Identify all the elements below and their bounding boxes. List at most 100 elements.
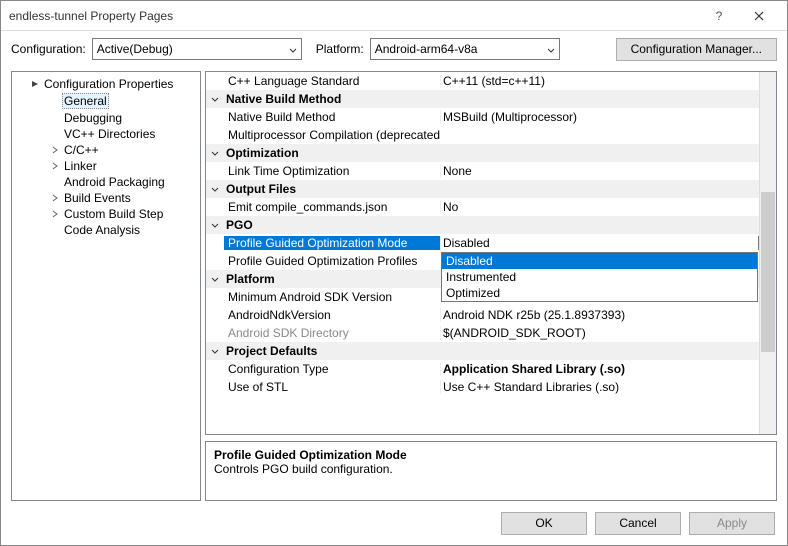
expand-spacer xyxy=(50,96,60,106)
grid-scrollbar[interactable] xyxy=(759,72,776,434)
tree-item-label: Build Events xyxy=(64,191,131,205)
tree-item[interactable]: VC++ Directories xyxy=(12,126,200,142)
main-area: Configuration Properties General Debuggin… xyxy=(1,67,787,501)
expand-spacer xyxy=(50,129,60,139)
dropdown-option[interactable]: Disabled xyxy=(442,253,757,269)
grid-row[interactable]: Native Build MethodMSBuild (Multiprocess… xyxy=(206,108,776,126)
property-value[interactable]: None xyxy=(440,164,776,178)
collapse-icon[interactable] xyxy=(206,277,224,282)
expand-icon[interactable] xyxy=(50,145,60,155)
property-grid: C++ Language StandardC++11 (std=c++11) Na… xyxy=(205,71,777,435)
tree-item-label: Debugging xyxy=(64,111,122,125)
grid-row[interactable]: C++ Language StandardC++11 (std=c++11) xyxy=(206,72,776,90)
property-name: Native Build Method xyxy=(224,110,440,124)
titlebar: endless-tunnel Property Pages ? xyxy=(1,1,787,31)
property-name: Use of STL xyxy=(224,380,440,394)
tree-item[interactable]: Custom Build Step xyxy=(12,206,200,222)
tree-item-label: Linker xyxy=(64,159,97,173)
apply-button[interactable]: Apply xyxy=(689,512,775,535)
property-value[interactable]: No xyxy=(440,200,776,214)
tree-item-label: Custom Build Step xyxy=(64,207,163,221)
expand-spacer xyxy=(50,177,60,187)
cancel-button[interactable]: Cancel xyxy=(595,512,681,535)
grid-group-header[interactable]: Optimization xyxy=(206,144,776,162)
property-name: Minimum Android SDK Version xyxy=(224,290,440,304)
platform-label: Platform: xyxy=(316,42,364,56)
property-value[interactable]: C++11 (std=c++11) xyxy=(440,74,776,88)
tree-item[interactable]: Build Events xyxy=(12,190,200,206)
dropdown-option[interactable]: Optimized xyxy=(442,285,757,301)
close-button[interactable] xyxy=(739,1,779,31)
tree-item[interactable]: Android Packaging xyxy=(12,174,200,190)
expand-icon[interactable] xyxy=(50,193,60,203)
tree-item-label: VC++ Directories xyxy=(64,127,155,141)
grid-group-header[interactable]: Project Defaults xyxy=(206,342,776,360)
configuration-combo[interactable]: Active(Debug) xyxy=(92,38,302,60)
property-value[interactable]: Disabled xyxy=(440,236,776,250)
property-name: Project Defaults xyxy=(224,344,776,358)
chevron-down-icon xyxy=(547,42,555,56)
grid-row[interactable]: Profile Guided Optimization ModeDisabled xyxy=(206,234,776,252)
tree-item[interactable]: Code Analysis xyxy=(12,222,200,238)
ok-button[interactable]: OK xyxy=(501,512,587,535)
grid-row[interactable]: Use of STLUse C++ Standard Libraries (.s… xyxy=(206,378,776,396)
grid-row[interactable]: Android SDK Directory$(ANDROID_SDK_ROOT) xyxy=(206,324,776,342)
tree-item[interactable]: Linker xyxy=(12,158,200,174)
property-name: Link Time Optimization xyxy=(224,164,440,178)
chevron-down-icon xyxy=(289,42,297,56)
expand-icon[interactable] xyxy=(50,161,60,171)
category-tree[interactable]: Configuration Properties General Debuggin… xyxy=(11,71,201,501)
grid-group-header[interactable]: Output Files xyxy=(206,180,776,198)
tree-item[interactable]: Debugging xyxy=(12,110,200,126)
property-name: AndroidNdkVersion xyxy=(224,308,440,322)
pgo-mode-dropdown[interactable]: DisabledInstrumentedOptimized xyxy=(441,252,758,302)
collapse-icon[interactable] xyxy=(30,79,40,89)
property-value[interactable]: Android NDK r25b (25.1.8937393) xyxy=(440,308,776,322)
configuration-bar: Configuration: Active(Debug) Platform: A… xyxy=(1,31,787,67)
grid-group-header[interactable]: Native Build Method xyxy=(206,90,776,108)
platform-value: Android-arm64-v8a xyxy=(375,42,478,56)
property-value[interactable]: MSBuild (Multiprocessor) xyxy=(440,110,776,124)
property-name: Emit compile_commands.json xyxy=(224,200,440,214)
grid-row[interactable]: Configuration TypeApplication Shared Lib… xyxy=(206,360,776,378)
property-name: Profile Guided Optimization Mode xyxy=(224,236,440,250)
grid-row[interactable]: AndroidNdkVersionAndroid NDK r25b (25.1.… xyxy=(206,306,776,324)
grid-row[interactable]: Emit compile_commands.jsonNo xyxy=(206,198,776,216)
collapse-icon[interactable] xyxy=(206,187,224,192)
configuration-manager-button[interactable]: Configuration Manager... xyxy=(616,38,777,61)
property-name: Android SDK Directory xyxy=(224,326,440,340)
tree-item-label: General xyxy=(62,93,109,109)
tree-item[interactable]: General xyxy=(12,92,200,110)
platform-combo[interactable]: Android-arm64-v8a xyxy=(370,38,560,60)
property-value[interactable]: Use C++ Standard Libraries (.so) xyxy=(440,380,776,394)
grid-row[interactable]: Link Time OptimizationNone xyxy=(206,162,776,180)
dropdown-option[interactable]: Instrumented xyxy=(442,269,757,285)
configuration-label: Configuration: xyxy=(11,42,86,56)
collapse-icon[interactable] xyxy=(206,151,224,156)
help-button[interactable]: ? xyxy=(699,1,739,31)
expand-spacer xyxy=(50,113,60,123)
property-name: Output Files xyxy=(224,182,776,196)
property-name: Configuration Type xyxy=(224,362,440,376)
tree-item-label: Code Analysis xyxy=(64,223,140,237)
grid-group-header[interactable]: PGO xyxy=(206,216,776,234)
scrollbar-thumb[interactable] xyxy=(761,192,775,352)
property-name: PGO xyxy=(224,218,776,232)
property-value[interactable]: $(ANDROID_SDK_ROOT) xyxy=(440,326,776,340)
close-icon xyxy=(754,11,764,21)
tree-item[interactable]: C/C++ xyxy=(12,142,200,158)
property-value[interactable]: Application Shared Library (.so) xyxy=(440,362,776,376)
description-title: Profile Guided Optimization Mode xyxy=(214,448,768,462)
tree-root[interactable]: Configuration Properties xyxy=(12,76,200,92)
collapse-icon[interactable] xyxy=(206,97,224,102)
expand-icon[interactable] xyxy=(50,209,60,219)
property-name: Native Build Method xyxy=(224,92,776,106)
tree-item-label: C/C++ xyxy=(64,143,99,157)
dialog-footer: OK Cancel Apply xyxy=(1,501,787,545)
right-pane: C++ Language StandardC++11 (std=c++11) Na… xyxy=(205,71,777,501)
collapse-icon[interactable] xyxy=(206,223,224,228)
property-name: C++ Language Standard xyxy=(224,74,440,88)
grid-row[interactable]: Multiprocessor Compilation (deprecated) xyxy=(206,126,776,144)
description-panel: Profile Guided Optimization Mode Control… xyxy=(205,441,777,501)
collapse-icon[interactable] xyxy=(206,349,224,354)
